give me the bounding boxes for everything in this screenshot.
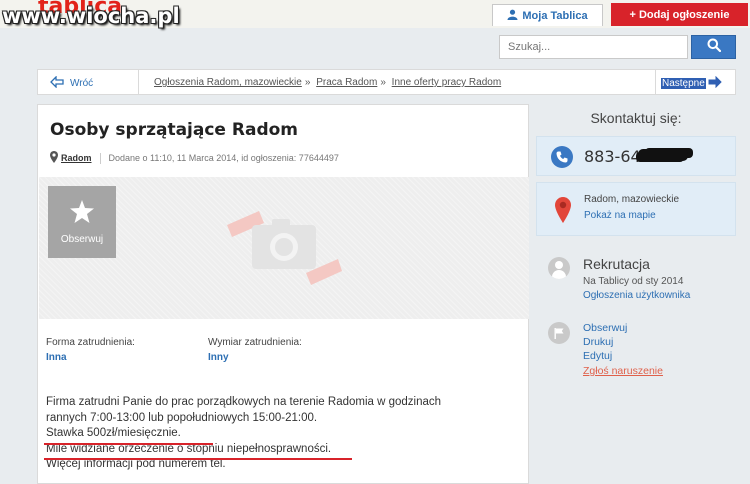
- add-ad-label: Dodaj ogłoszenie: [638, 8, 730, 21]
- ad-meta: Radom Dodane o 11:10, 11 Marca 2014, id …: [50, 151, 339, 165]
- observe-button[interactable]: Obserwuj: [48, 186, 116, 258]
- next-label: Następne: [661, 78, 706, 89]
- show-map-link[interactable]: Pokaż na mapie: [584, 210, 656, 221]
- phone-icon: [551, 146, 573, 168]
- report-link[interactable]: Zgłoś naruszenie: [583, 365, 663, 377]
- breadcrumb-item[interactable]: Inne oferty pracy Radom: [392, 77, 502, 88]
- search-input[interactable]: [499, 35, 688, 59]
- divider: [138, 70, 139, 94]
- flag-icon: [548, 322, 570, 344]
- ad-description: Firma zatrudni Panie do prac porządkowyc…: [46, 395, 506, 473]
- divider: [655, 70, 656, 94]
- camera-placeholder-icon: [224, 207, 344, 292]
- back-label: Wróć: [70, 78, 94, 89]
- search-icon: [707, 38, 721, 57]
- breadcrumb-bar: Wróć Ogłoszenia Radom, mazowieckie» Prac…: [37, 69, 736, 95]
- detail-employment-scope: Wymiar zatrudnienia: Inny: [208, 337, 378, 363]
- red-underline: [44, 443, 213, 445]
- phone-box[interactable]: 883-648-: [536, 136, 736, 176]
- add-ad-button[interactable]: + Dodaj ogłoszenie: [611, 3, 748, 26]
- back-link[interactable]: Wróć: [50, 75, 94, 91]
- observe-label: Obserwuj: [60, 233, 104, 245]
- arrow-left-icon: [50, 75, 64, 91]
- star-icon: [70, 199, 94, 226]
- description-line: rannych 7:00-13:00 lub popołudniowych 15…: [46, 411, 318, 424]
- description-line: Firma zatrudni Panie do prac porządkowyc…: [46, 396, 442, 408]
- avatar: [548, 257, 570, 279]
- detail-label: Forma zatrudnienia:: [46, 337, 135, 348]
- red-underline: [44, 458, 352, 460]
- ad-panel: Osoby sprzątające Radom Radom Dodane o 1…: [37, 104, 529, 484]
- breadcrumb-separator: »: [304, 77, 311, 88]
- observe-link[interactable]: Obserwuj: [583, 322, 627, 334]
- location-pin-icon: [50, 151, 58, 165]
- description-line: Stawka 500zł/miesięcznie.: [46, 427, 181, 439]
- plus-icon: +: [629, 8, 636, 21]
- breadcrumb-separator: »: [380, 77, 386, 88]
- watermark: www.wiocha.pl: [2, 4, 180, 28]
- ad-location[interactable]: Radom: [61, 153, 92, 163]
- redaction-scribble: [638, 149, 688, 161]
- breadcrumb-item[interactable]: Praca Radom: [316, 77, 377, 88]
- detail-value[interactable]: Inny: [208, 352, 378, 363]
- page-title: Osoby sprzątające Radom: [50, 120, 299, 140]
- detail-value[interactable]: Inna: [46, 352, 216, 363]
- user-icon: [507, 9, 518, 23]
- detail-label: Wymiar zatrudnienia:: [208, 337, 302, 348]
- contact-heading: Skontaktuj się:: [590, 110, 682, 126]
- posted-info: Dodane o 11:10, 11 Marca 2014, id ogłosz…: [108, 153, 339, 163]
- breadcrumb-item[interactable]: Ogłoszenia Radom, mazowieckie: [154, 77, 302, 88]
- arrow-right-icon: [708, 75, 722, 91]
- my-account-button[interactable]: Moja Tablica: [492, 4, 603, 26]
- detail-employment-form: Forma zatrudnienia: Inna: [46, 337, 216, 363]
- next-link[interactable]: Następne: [661, 75, 722, 91]
- contact-location: Radom, mazowieckie: [584, 194, 680, 205]
- photo-gallery: Obserwuj: [39, 177, 529, 319]
- edit-link[interactable]: Edytuj: [583, 350, 612, 362]
- user-name: Rekrutacja: [583, 256, 650, 272]
- user-since: Na Tablicy od sty 2014: [583, 276, 684, 287]
- breadcrumb: Ogłoszenia Radom, mazowieckie» Praca Rad…: [154, 77, 501, 88]
- map-pin-icon: [555, 197, 571, 226]
- print-link[interactable]: Drukuj: [583, 336, 613, 348]
- location-box: Radom, mazowieckie Pokaż na mapie: [536, 182, 736, 236]
- user-ads-link[interactable]: Ogłoszenia użytkownika: [583, 290, 690, 301]
- my-account-label: Moja Tablica: [522, 9, 588, 22]
- search-button[interactable]: [691, 35, 736, 59]
- divider: [99, 152, 101, 164]
